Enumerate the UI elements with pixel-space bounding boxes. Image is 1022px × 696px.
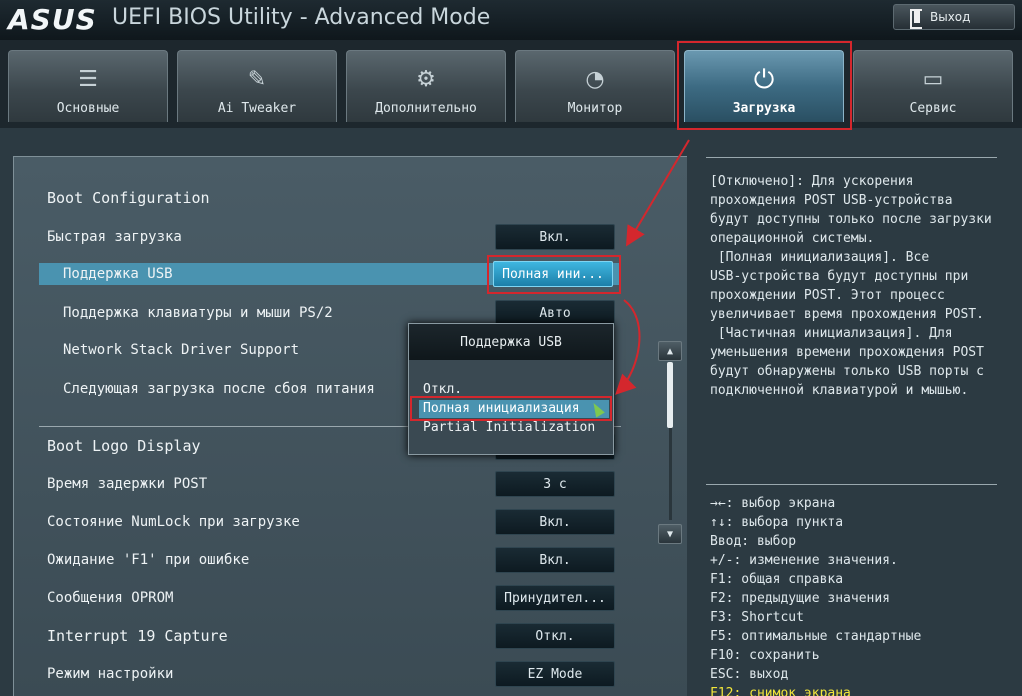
help-description: [Отключено]: Для ускорения прохождения P… [710, 174, 992, 398]
hotkey-line: F10: сохранить [710, 648, 820, 663]
hotkey-line: ESC: выход [710, 667, 789, 682]
hotkey-line: F1: общая справка [710, 572, 844, 587]
arrow-tab-to-usb [625, 139, 690, 247]
hotkey-legend: →←: выбор экрана ↑↓: выбора пункта Ввод:… [710, 494, 1010, 696]
help-divider-bottom [706, 484, 997, 485]
help-divider-top [706, 157, 997, 158]
hotkey-line: Ввод: выбор [710, 534, 797, 549]
hotkey-line: ↑↓: выбора пункта [710, 515, 844, 530]
hotkey-line: →←: выбор экрана [710, 496, 836, 511]
hotkey-line: F3: Shortcut [710, 610, 804, 625]
arrow-usb-to-option [615, 299, 641, 395]
hotkey-line: F5: оптимальные стандартные [710, 629, 922, 644]
hotkey-line: F2: предыдущие значения [710, 591, 891, 606]
hotkey-line: +/-: изменение значения. [710, 553, 898, 568]
hotkey-line-screenshot: F12: снимок экрана [710, 686, 851, 696]
